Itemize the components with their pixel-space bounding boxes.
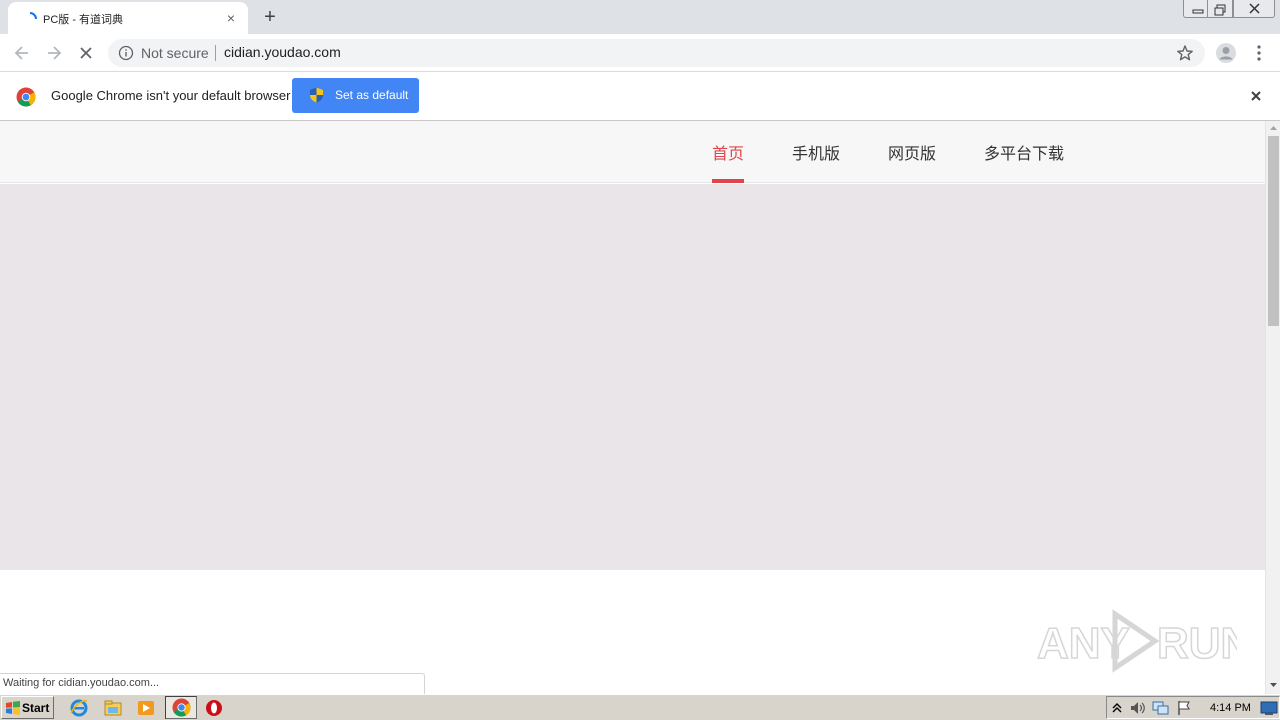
url-text[interactable]: cidian.youdao.com: [224, 44, 341, 60]
show-desktop-icon[interactable]: [1260, 700, 1278, 716]
hero-banner: [0, 184, 1265, 570]
scroll-up-arrow-icon[interactable]: [1266, 121, 1280, 135]
active-nav-indicator: [712, 179, 744, 183]
info-icon[interactable]: [118, 45, 134, 61]
nav-web[interactable]: 网页版: [888, 140, 936, 164]
tab-close-icon[interactable]: ×: [222, 9, 240, 27]
system-tray: 4:14 PM: [1106, 696, 1280, 719]
browser-toolbar: Not secure cidian.youdao.com: [0, 34, 1280, 71]
start-button[interactable]: Start: [1, 696, 54, 719]
menu-button[interactable]: [1246, 40, 1272, 66]
scroll-thumb[interactable]: [1268, 136, 1279, 326]
action-center-flag-icon[interactable]: [1176, 700, 1192, 716]
forward-button[interactable]: [41, 40, 67, 66]
windows-taskbar: Start 4:14 PM: [0, 694, 1280, 720]
ie-icon[interactable]: [69, 698, 89, 718]
close-icon: [1249, 3, 1260, 14]
security-label[interactable]: Not secure: [141, 45, 209, 61]
set-as-default-label: Set as default: [335, 88, 409, 102]
explorer-icon[interactable]: [103, 698, 123, 718]
stop-loading-button[interactable]: [73, 40, 99, 66]
anyrun-watermark: ANY RUN: [1037, 609, 1237, 673]
loading-favicon-icon: [29, 12, 37, 20]
chrome-icon: [172, 698, 191, 717]
vertical-scrollbar[interactable]: [1265, 121, 1280, 694]
network-icon[interactable]: [1152, 700, 1170, 716]
tab-title: PC版 - 有道词典: [43, 14, 124, 26]
scroll-down-arrow-icon[interactable]: [1266, 678, 1280, 692]
show-hidden-icons-icon[interactable]: [1111, 700, 1123, 716]
window-restore-button[interactable]: [1207, 0, 1233, 18]
nav-home[interactable]: 首页: [712, 140, 744, 164]
taskbar-clock[interactable]: 4:14 PM: [1210, 702, 1251, 714]
volume-icon[interactable]: [1129, 700, 1147, 716]
nav-mobile[interactable]: 手机版: [792, 140, 840, 164]
tab-strip: PC版 - 有道词典 × +: [0, 0, 1280, 34]
avatar-icon: [1216, 43, 1236, 63]
nav-multi-platform-download[interactable]: 多平台下载: [984, 140, 1064, 164]
profile-button[interactable]: [1213, 40, 1239, 66]
stop-x-icon: [80, 47, 92, 59]
kebab-menu-icon: [1257, 45, 1261, 61]
browser-tab[interactable]: PC版 - 有道词典 ×: [8, 2, 248, 34]
chrome-logo-icon: [16, 87, 36, 107]
start-label: Start: [22, 701, 50, 715]
default-browser-infobar: Google Chrome isn't your default browser…: [0, 71, 1280, 121]
infobar-message: Google Chrome isn't your default browser: [51, 88, 291, 103]
media-player-icon[interactable]: [136, 698, 156, 718]
back-button[interactable]: [9, 40, 35, 66]
back-arrow-icon: [14, 46, 28, 60]
bookmark-star-icon[interactable]: [1176, 44, 1194, 62]
site-navigation: 首页 手机版 网页版 多平台下载: [0, 121, 1265, 183]
window-close-button[interactable]: [1233, 0, 1275, 18]
web-page: 首页 手机版 网页版 多平台下载 ANY RUN: [0, 121, 1265, 694]
infobar-close-icon[interactable]: [1246, 86, 1266, 106]
restore-icon: [1214, 4, 1226, 16]
opera-icon[interactable]: [204, 698, 224, 718]
watermark-run: RUN: [1157, 619, 1237, 668]
taskbar-chrome-button[interactable]: [165, 696, 197, 719]
new-tab-button[interactable]: +: [258, 6, 282, 28]
omnibox-divider: [215, 45, 216, 61]
status-bubble: Waiting for cidian.youdao.com...: [0, 673, 425, 694]
set-as-default-button[interactable]: Set as default: [292, 78, 419, 113]
forward-arrow-icon: [48, 46, 62, 60]
uac-shield-icon: [310, 87, 323, 103]
windows-flag-icon: [6, 701, 20, 715]
address-bar[interactable]: Not secure cidian.youdao.com: [108, 39, 1205, 67]
